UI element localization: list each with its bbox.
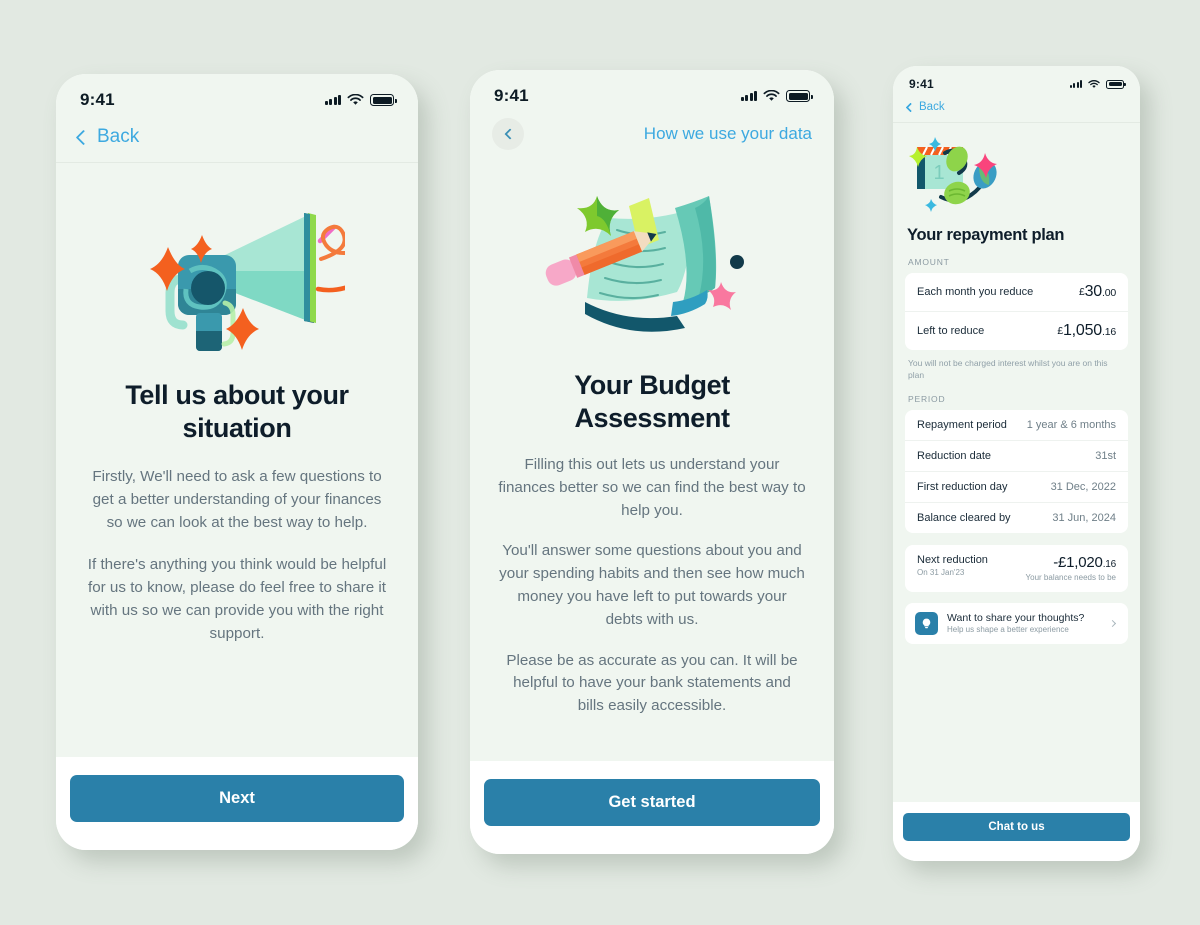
row-label: Reduction date	[917, 449, 991, 462]
status-bar: 9:41	[56, 74, 418, 114]
chat-to-us-button[interactable]: Chat to us	[903, 813, 1130, 841]
table-row: Balance cleared by 31 Jun, 2024	[905, 503, 1128, 533]
phone-mockup-your-repayment-plan: 9:41 Back 1 Your repayment plan AMOUNT E…	[893, 66, 1140, 861]
screen-your-budget-assessment: 9:41 How we use your data Your Budget As…	[470, 70, 834, 854]
page-title: Tell us about your situation	[125, 380, 349, 444]
page-title: Your repayment plan	[907, 226, 1065, 244]
cellular-signal-icon	[740, 91, 757, 101]
status-time: 9:41	[494, 86, 529, 105]
back-button-label[interactable]: Back	[919, 101, 945, 113]
row-label: Left to reduce	[917, 325, 985, 337]
back-button-label[interactable]: Back	[97, 126, 139, 148]
status-icons	[324, 94, 397, 106]
row-value: 31 Jun, 2024	[1052, 511, 1116, 524]
body-paragraph-1: Filling this out lets us understand your…	[498, 455, 806, 519]
nav-bar: How we use your data	[470, 110, 834, 160]
period-card: Repayment period 1 year & 6 months Reduc…	[905, 409, 1128, 533]
main-content: Your Budget Assessment Filling this out …	[470, 160, 834, 761]
cta-footer: Next	[56, 757, 418, 850]
next-reduction-card: Next reduction On 31 Jan'23 -£1,020.16 Y…	[905, 544, 1128, 592]
row-value: £1,050.16	[1057, 322, 1116, 340]
cellular-signal-icon	[1069, 80, 1082, 88]
wifi-icon	[1088, 79, 1100, 88]
table-row: First reduction day 31 Dec, 2022	[905, 472, 1128, 503]
main-content: Tell us about your situation Firstly, We…	[56, 163, 418, 757]
status-icons	[740, 90, 813, 102]
next-reduction-amount: -£1,020.16	[1026, 554, 1116, 571]
page-title: Your Budget Assessment	[574, 370, 730, 434]
status-bar: 9:41	[893, 66, 1140, 93]
chevron-right-icon	[1108, 619, 1117, 627]
table-row: Left to reduce £1,050.16	[905, 312, 1128, 350]
cellular-signal-icon	[324, 95, 341, 105]
amount-decimals: .16	[1102, 558, 1117, 570]
chevron-left-icon[interactable]	[905, 102, 916, 112]
body-paragraph-3: Please be as accurate as you can. It wil…	[506, 651, 798, 715]
lightbulb-icon	[915, 611, 938, 635]
status-bar: 9:41	[470, 70, 834, 110]
status-icons	[1069, 79, 1126, 89]
interest-note: You will not be charged interest whilst …	[908, 358, 1108, 381]
nav-bar: Back	[56, 114, 418, 163]
wifi-icon	[763, 90, 780, 101]
calendar-and-leaves-illustration: 1	[905, 131, 1128, 220]
amount-whole: -£1,020	[1053, 553, 1103, 571]
next-reduction-title: Next reduction	[917, 553, 988, 566]
body-paragraph-2: You'll answer some questions about you a…	[499, 542, 805, 628]
row-value: 31st	[1095, 449, 1116, 462]
how-we-use-your-data-link[interactable]: How we use your data	[644, 124, 812, 144]
back-button[interactable]	[492, 118, 524, 150]
phone-mockup-tell-us-about-your-situation: 9:41 Back Tell us about your situation F…	[56, 74, 418, 850]
period-section-label: PERIOD	[908, 393, 946, 404]
get-started-button[interactable]: Get started	[484, 779, 820, 826]
row-value: £30.00	[1079, 283, 1116, 301]
next-reduction-caption: Your balance needs to be	[1025, 572, 1116, 582]
body-paragraph-2: If there's anything you think would be h…	[87, 556, 387, 642]
table-row: Reduction date 31st	[905, 441, 1128, 472]
screenshot-stage: 9:41 Back Tell us about your situation F…	[0, 0, 1200, 925]
feedback-subtitle: Help us shape a better experience	[947, 625, 1069, 635]
notebook-and-pencil-illustration	[545, 184, 760, 349]
phone-mockup-your-budget-assessment: 9:41 How we use your data Your Budget As…	[470, 70, 834, 854]
feedback-title: Want to share your thoughts?	[947, 611, 1085, 624]
amount-whole: 30	[1084, 283, 1103, 300]
cta-footer: Get started	[470, 761, 834, 854]
wifi-icon	[347, 94, 364, 105]
amount-decimals: .00	[1102, 287, 1116, 299]
table-row: Repayment period 1 year & 6 months	[905, 410, 1128, 441]
battery-icon	[786, 90, 813, 102]
next-button[interactable]: Next	[70, 775, 404, 822]
battery-icon	[1106, 79, 1126, 89]
chevron-left-icon	[503, 128, 516, 140]
status-time: 9:41	[80, 90, 115, 109]
svg-text:1: 1	[933, 162, 944, 184]
row-value: 31 Dec, 2022	[1050, 480, 1116, 493]
next-reduction-right: -£1,020.16 Your balance needs to be	[1025, 554, 1117, 582]
chevron-left-icon[interactable]	[75, 129, 92, 145]
battery-icon	[370, 94, 397, 106]
row-label: Balance cleared by	[917, 511, 1011, 524]
main-content: 1 Your repayment plan AMOUNT Each month …	[893, 123, 1140, 802]
screen-tell-us-about-your-situation: 9:41 Back Tell us about your situation F…	[56, 74, 418, 850]
feedback-card[interactable]: Want to share your thoughts? Help us sha…	[905, 602, 1128, 644]
status-time: 9:41	[909, 77, 934, 91]
amount-decimals: .16	[1102, 326, 1116, 338]
next-reduction-left: Next reduction On 31 Jan'23	[917, 554, 988, 577]
body-paragraph-1: Firstly, We'll need to ask a few questio…	[92, 467, 382, 531]
amount-whole: 1,050	[1062, 322, 1102, 339]
megaphone-illustration	[130, 193, 345, 353]
next-reduction-date: On 31 Jan'23	[917, 567, 965, 577]
screen-your-repayment-plan: 9:41 Back 1 Your repayment plan AMOUNT E…	[893, 66, 1140, 861]
amount-section-label: AMOUNT	[908, 257, 950, 267]
cta-footer: Chat to us	[893, 802, 1140, 861]
table-row: Each month you reduce £30.00	[905, 273, 1128, 312]
row-label: Each month you reduce	[917, 286, 1034, 298]
row-label: Repayment period	[917, 418, 1007, 431]
nav-bar: Back	[893, 93, 1140, 123]
row-value: 1 year & 6 months	[1026, 418, 1116, 431]
amount-card: Each month you reduce £30.00 Left to red…	[905, 273, 1128, 350]
feedback-text: Want to share your thoughts? Help us sha…	[947, 612, 1101, 635]
row-label: First reduction day	[917, 480, 1008, 493]
